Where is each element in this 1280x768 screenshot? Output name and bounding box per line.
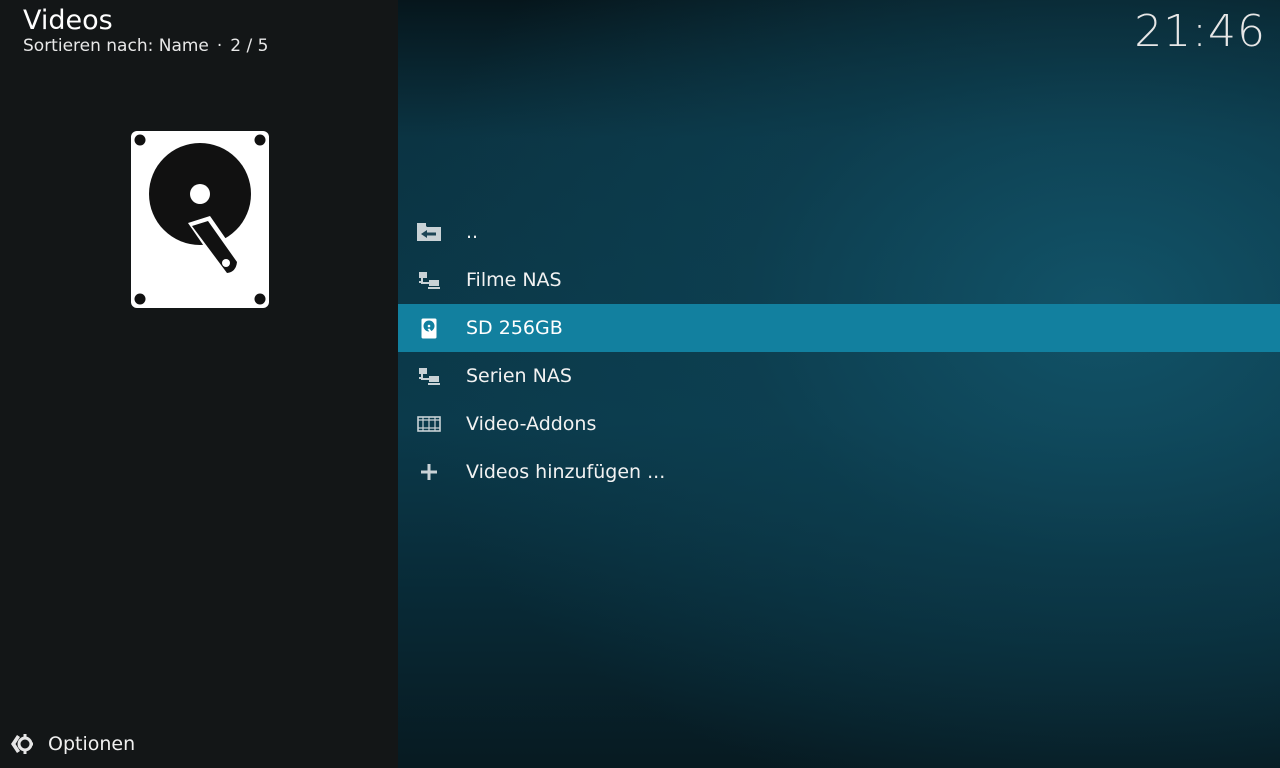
list-item-label: Videos hinzufügen ... <box>466 461 666 483</box>
list-item-add-videos[interactable]: Videos hinzufügen ... <box>398 448 1280 496</box>
plus-icon <box>416 460 442 484</box>
info-panel <box>0 0 398 768</box>
network-icon <box>416 364 442 388</box>
kodi-window: Videos Sortieren nach: Name · 2 / 5 21:46 <box>0 0 1280 768</box>
clock: 21:46 <box>1134 6 1266 57</box>
file-list: .. Filme NAS SD 256GB Serien NAS Video-A… <box>398 208 1280 496</box>
film-strip-icon <box>416 412 442 436</box>
list-item-serien-nas[interactable]: Serien NAS <box>398 352 1280 400</box>
list-item-label: Filme NAS <box>466 269 562 291</box>
sort-label: Sortieren nach: Name <box>23 36 209 56</box>
hard-drive-icon <box>416 316 442 340</box>
list-item-video-addons[interactable]: Video-Addons <box>398 400 1280 448</box>
list-item-label: SD 256GB <box>466 317 563 339</box>
list-item-label: .. <box>466 221 479 243</box>
list-item-filme-nas[interactable]: Filme NAS <box>398 256 1280 304</box>
separator: · <box>216 36 223 56</box>
options-button[interactable]: Optionen <box>8 728 135 760</box>
options-icon <box>8 731 34 757</box>
network-icon <box>416 268 442 292</box>
list-item-sd-256gb[interactable]: SD 256GB <box>398 304 1280 352</box>
options-label: Optionen <box>48 733 136 755</box>
folder-back-icon <box>416 220 442 244</box>
hard-drive-icon <box>130 130 270 309</box>
list-item-label: Video-Addons <box>466 413 597 435</box>
page-title: Videos <box>23 5 113 36</box>
list-item-parent[interactable]: .. <box>398 208 1280 256</box>
list-item-label: Serien NAS <box>466 365 572 387</box>
sort-info: Sortieren nach: Name · 2 / 5 <box>23 35 268 57</box>
item-position: 2 / 5 <box>230 36 269 56</box>
